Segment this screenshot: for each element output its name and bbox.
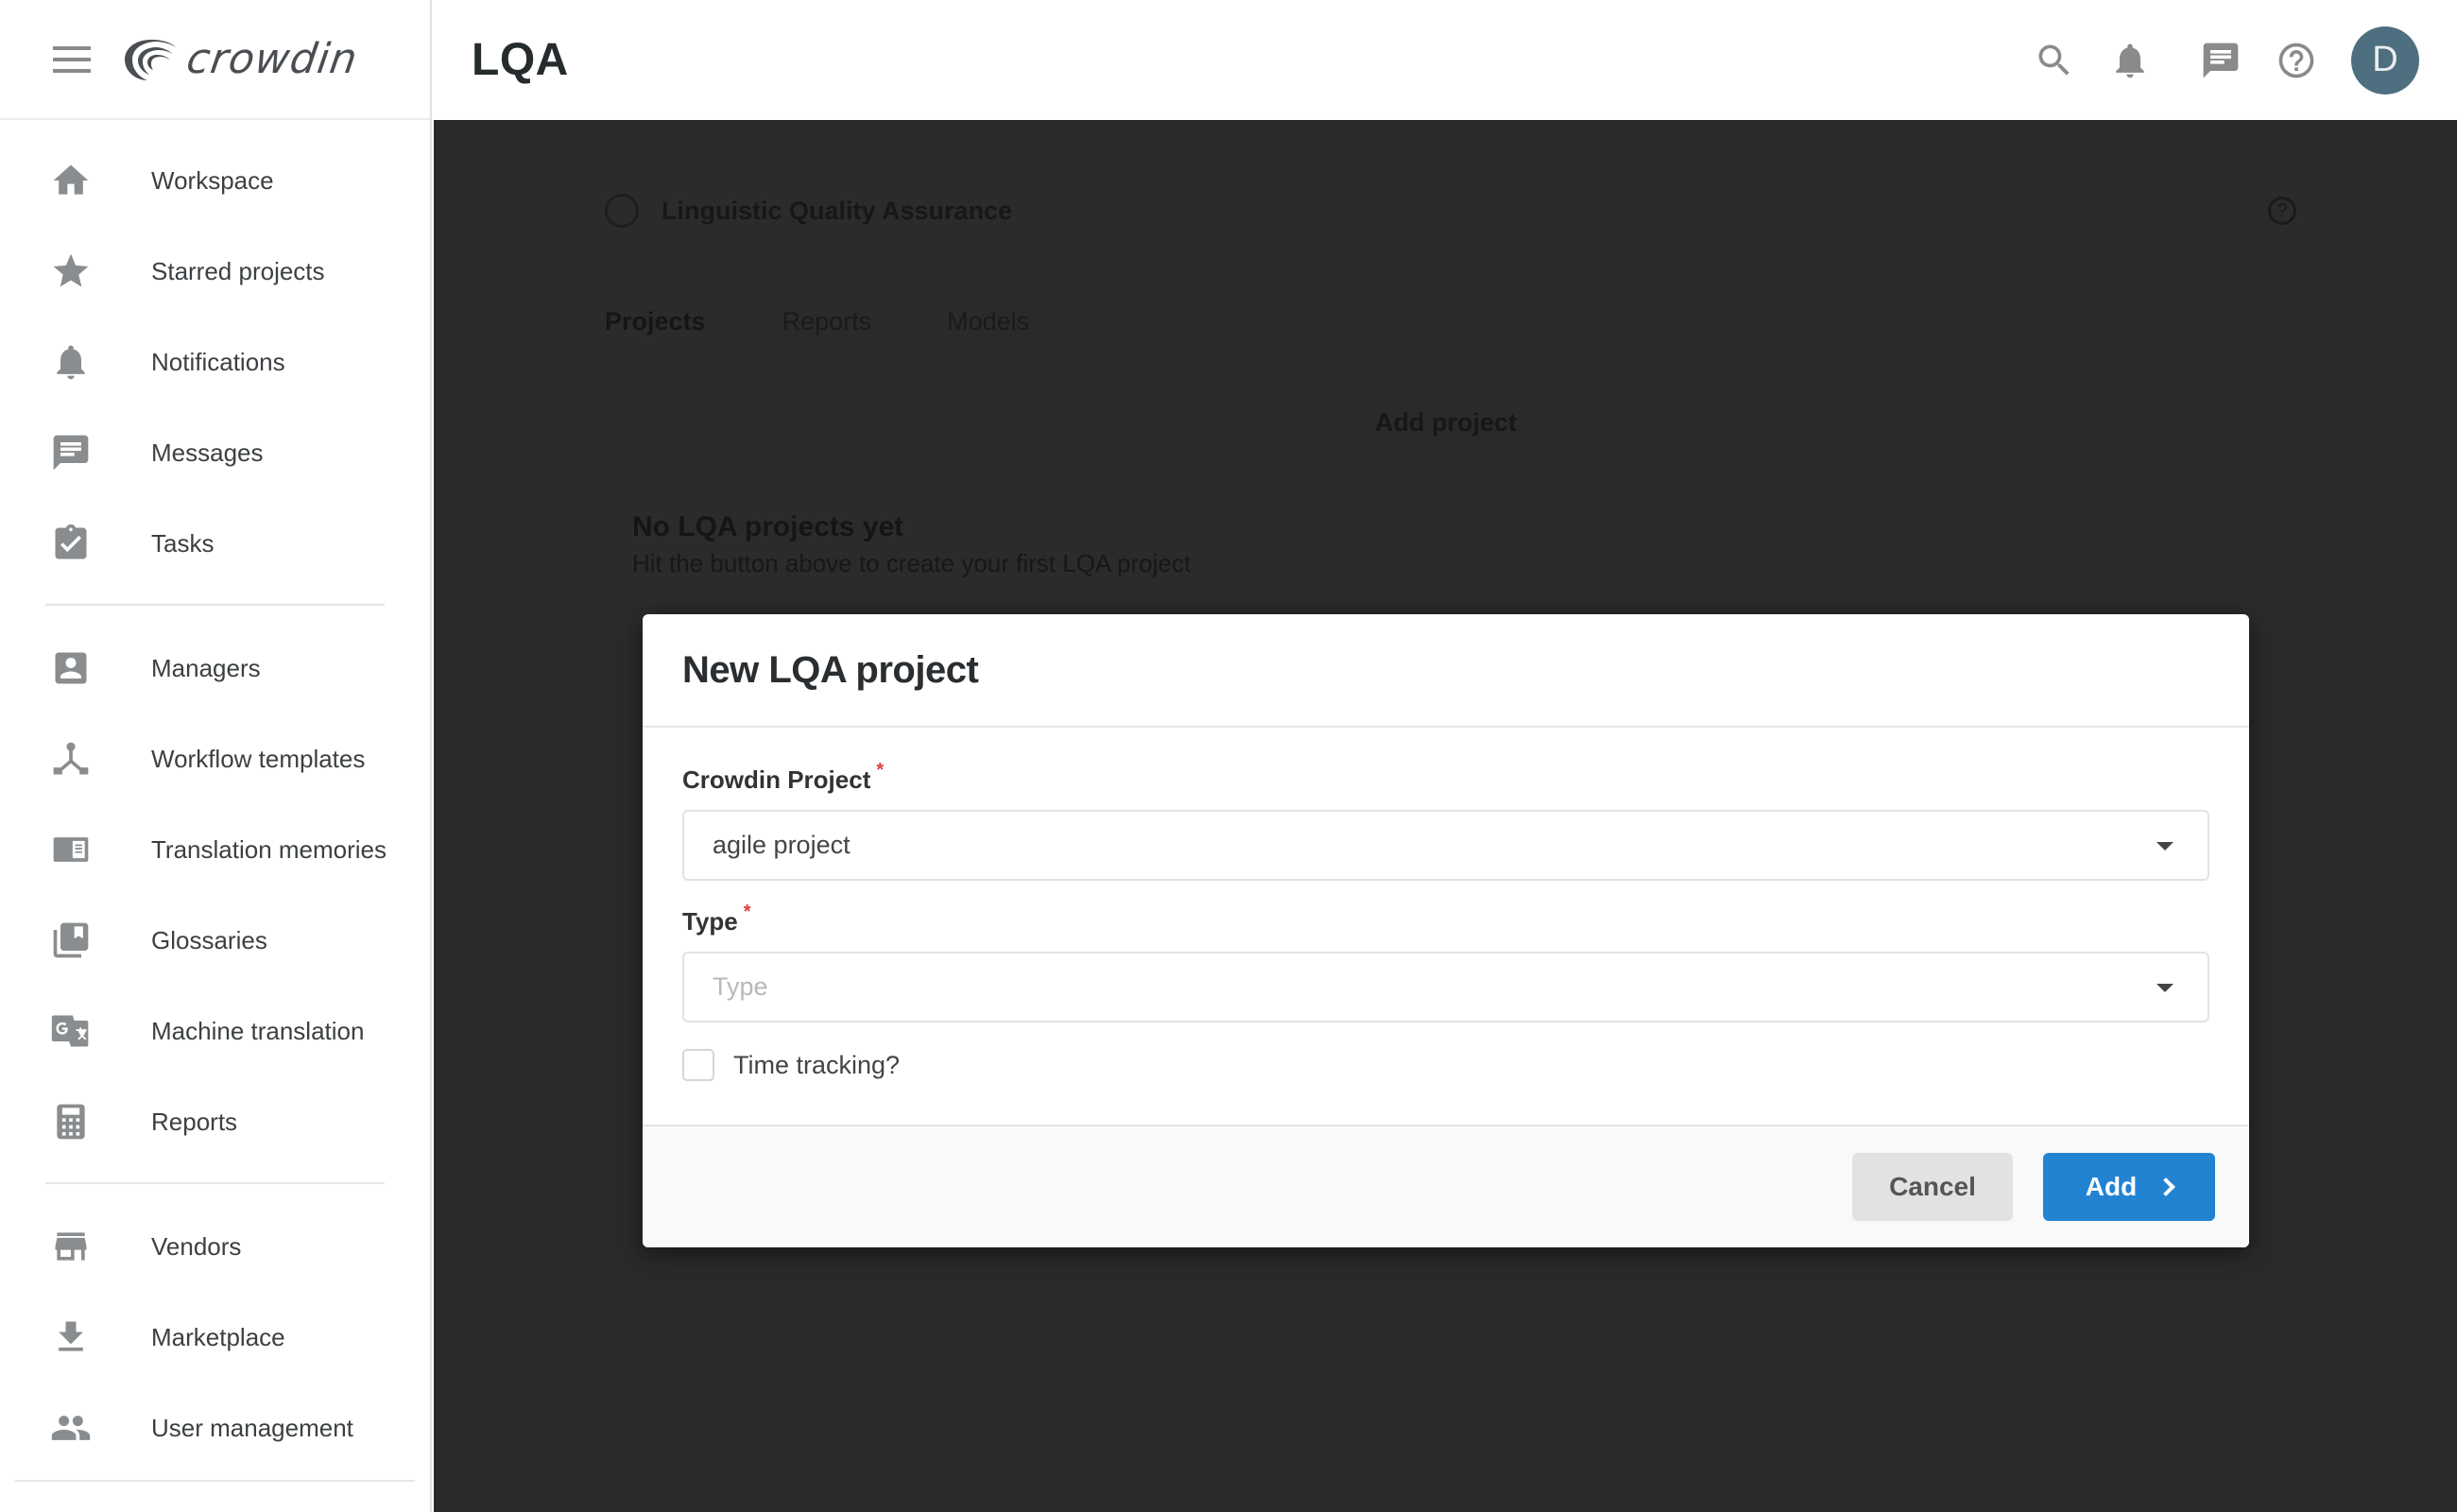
sidebar-item-label: Workflow templates (151, 744, 366, 773)
type-placeholder: Type (713, 972, 768, 1001)
sidebar-item-glossaries[interactable]: Glossaries (0, 895, 430, 986)
home-icon (49, 159, 93, 202)
sidebar-item-label: Notifications (151, 347, 285, 376)
translate-icon (49, 1009, 93, 1053)
crowdin-project-field: Crowdin Project * agile project (682, 760, 2209, 881)
crowdin-project-label: Crowdin Project * (682, 760, 2209, 795)
account-box-icon (49, 646, 93, 690)
dialog-body: Crowdin Project * agile project Type * T… (643, 728, 2249, 1125)
sidebar-item-label: Reports (151, 1107, 238, 1136)
caret-down-icon (2156, 842, 2174, 850)
logo-text: crowdin (183, 35, 361, 83)
type-select[interactable]: Type (682, 952, 2209, 1022)
sidebar-item-label: Translation memories (151, 834, 387, 864)
sidebar-nav: Workspace Starred projects Notifications… (0, 120, 430, 1473)
clipboard-check-icon (49, 522, 93, 565)
add-button-label: Add (2085, 1172, 2138, 1201)
sidebar-item-marketplace[interactable]: Marketplace (0, 1292, 430, 1383)
star-icon (49, 249, 93, 293)
sidebar-item-tasks[interactable]: Tasks (0, 498, 430, 589)
menu-icon[interactable] (53, 45, 91, 73)
sidebar-item-label: Glossaries (151, 925, 267, 954)
sidebar-item-label: Machine translation (151, 1016, 365, 1045)
help-icon[interactable] (2274, 38, 2319, 83)
chat-icon (49, 431, 93, 474)
sidebar-item-translation-memories[interactable]: Translation memories (0, 804, 430, 895)
sidebar-item-user-management[interactable]: User management (0, 1383, 430, 1473)
sidebar-item-label: Workspace (151, 165, 274, 195)
sidebar-item-reports[interactable]: Reports (0, 1076, 430, 1167)
search-icon[interactable] (2032, 38, 2077, 83)
dialog-header: New LQA project (643, 614, 2249, 728)
required-mark: * (743, 902, 751, 922)
avatar[interactable]: D (2351, 26, 2419, 94)
sidebar-item-label: Tasks (151, 528, 215, 558)
cancel-button-label: Cancel (1889, 1172, 1976, 1201)
crowdin-project-select[interactable]: agile project (682, 810, 2209, 881)
crowdin-logo[interactable]: crowdin (123, 35, 361, 83)
sidebar: crowdin Workspace Starred projects Notif… (0, 0, 432, 1512)
sidebar-item-vendors[interactable]: Vendors (0, 1201, 430, 1292)
sidebar-item-workflow-templates[interactable]: Workflow templates (0, 713, 430, 804)
bell-icon (49, 340, 93, 384)
type-label: Type * (682, 902, 2209, 936)
top-bar: LQA D (434, 0, 2457, 120)
dialog-footer: Cancel Add (643, 1125, 2249, 1247)
sidebar-item-label: Managers (151, 653, 261, 682)
bell-icon[interactable] (2107, 38, 2153, 83)
sidebar-header: crowdin (0, 0, 430, 120)
app-root: crowdin Workspace Starred projects Notif… (0, 0, 2457, 1512)
sidebar-item-messages[interactable]: Messages (0, 407, 430, 498)
crowdin-project-value: agile project (713, 831, 850, 859)
time-tracking-checkbox[interactable] (682, 1049, 714, 1081)
sidebar-item-notifications[interactable]: Notifications (0, 317, 430, 407)
sidebar-divider (45, 1182, 385, 1184)
workflow-icon (49, 737, 93, 781)
sidebar-item-machine-translation[interactable]: Machine translation (0, 986, 430, 1076)
new-lqa-project-dialog: New LQA project Crowdin Project * agile … (643, 614, 2249, 1247)
type-label-text: Type (682, 907, 738, 936)
sidebar-item-workspace[interactable]: Workspace (0, 135, 430, 226)
calculator-icon (49, 1100, 93, 1143)
chat-icon[interactable] (2198, 38, 2243, 83)
type-field: Type * Type (682, 902, 2209, 1022)
dialog-title: New LQA project (682, 648, 979, 691)
time-tracking-label[interactable]: Time tracking? (733, 1051, 900, 1080)
crowdin-logo-icon (125, 39, 176, 80)
crowdin-project-label-text: Crowdin Project (682, 765, 871, 794)
sidebar-item-label: Messages (151, 438, 264, 467)
add-button[interactable]: Add (2043, 1153, 2215, 1221)
library-books-icon (49, 919, 93, 962)
sidebar-item-label: User management (151, 1413, 353, 1442)
cancel-button[interactable]: Cancel (1852, 1153, 2013, 1221)
sidebar-item-managers[interactable]: Managers (0, 623, 430, 713)
page-title: LQA (472, 35, 569, 85)
top-actions: D (2002, 26, 2419, 94)
chevron-right-icon (2156, 1177, 2176, 1196)
sidebar-divider (45, 604, 385, 606)
memory-icon (49, 828, 93, 871)
download-icon (49, 1315, 93, 1359)
sidebar-item-label: Starred projects (151, 256, 325, 285)
sidebar-item-label: Vendors (151, 1231, 242, 1261)
store-icon (49, 1225, 93, 1268)
caret-down-icon (2156, 984, 2174, 992)
time-tracking-row[interactable]: Time tracking? (682, 1049, 2209, 1081)
required-mark: * (876, 760, 885, 781)
people-icon (49, 1406, 93, 1450)
sidebar-item-label: Marketplace (151, 1322, 285, 1351)
sidebar-divider (15, 1480, 415, 1482)
sidebar-item-starred-projects[interactable]: Starred projects (0, 226, 430, 317)
